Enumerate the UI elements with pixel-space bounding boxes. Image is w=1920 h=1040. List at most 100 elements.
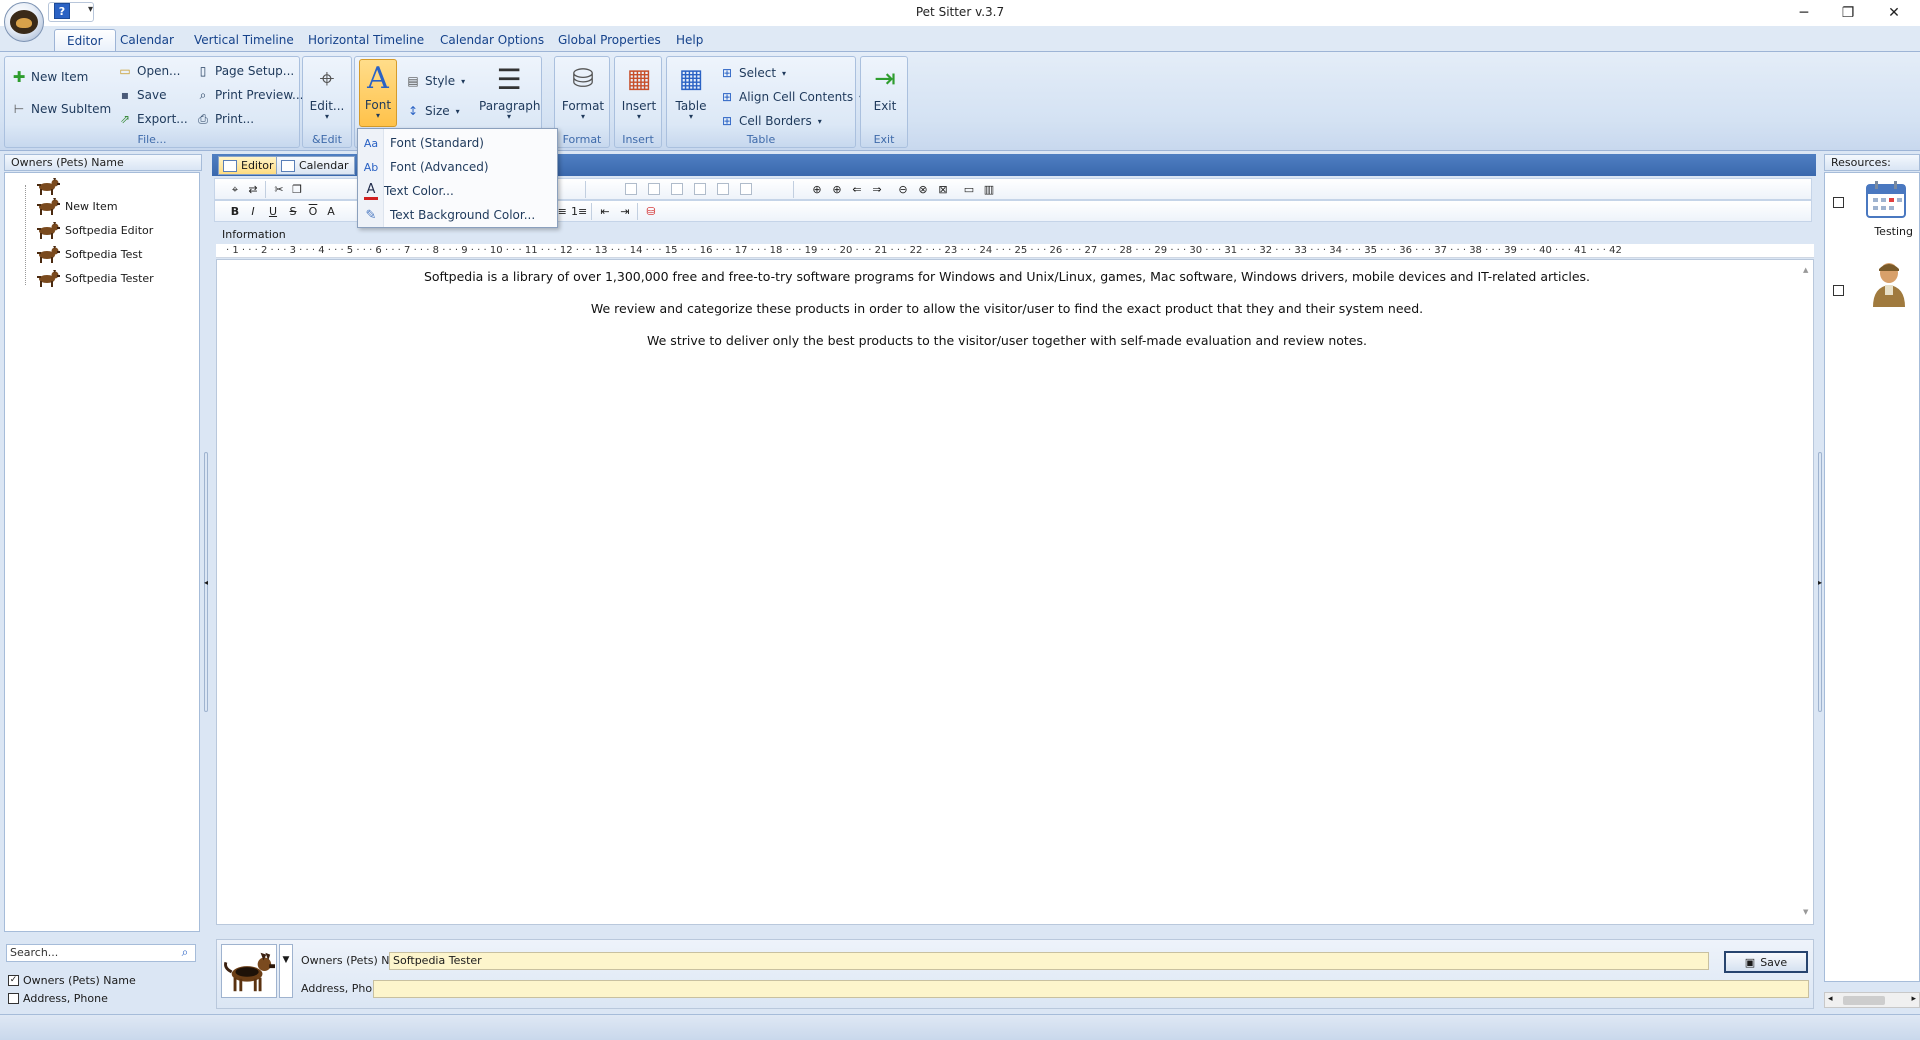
right-splitter[interactable]: ▸: [1816, 152, 1824, 1014]
check-owners-name[interactable]: ✓ Owners (Pets) Name: [8, 972, 136, 988]
table-delete-row-icon[interactable]: ⊖: [895, 182, 911, 197]
scroll-up-icon[interactable]: ▲: [1803, 266, 1811, 274]
cell-borders-button[interactable]: ⊞ Cell Borders ▾: [719, 111, 822, 131]
search-input[interactable]: Search...: [6, 944, 196, 962]
border-box-icon[interactable]: [717, 183, 729, 195]
border-box-icon[interactable]: [648, 183, 660, 195]
close-button[interactable]: ✕: [1872, 0, 1916, 26]
chevron-right-icon[interactable]: ▸: [1818, 578, 1822, 587]
table-insert-row-icon[interactable]: ⊕: [809, 182, 825, 197]
open-button[interactable]: ▭ Open...: [117, 61, 180, 81]
save-ribbon-button[interactable]: ▪ Save: [117, 85, 167, 105]
table-delete-col-icon[interactable]: ⊗: [915, 182, 931, 197]
restore-button[interactable]: ❐: [1826, 0, 1870, 26]
size-button[interactable]: ↕ Size ▾: [405, 101, 460, 121]
menu-item-text-background-color[interactable]: ✎ Text Background Color...: [358, 203, 557, 227]
cut-icon[interactable]: ✂: [271, 182, 287, 197]
split-cells-icon[interactable]: ▥: [981, 182, 997, 197]
picture-dropdown-icon[interactable]: ▼: [279, 944, 293, 998]
select-button[interactable]: ⊞ Select ▾: [719, 63, 786, 83]
replace-icon[interactable]: ⇄: [245, 182, 261, 197]
increase-indent-icon[interactable]: ⇥: [617, 204, 633, 219]
numbered-list-icon[interactable]: 1≡: [571, 204, 587, 219]
doc-tab-editor[interactable]: Editor: [218, 156, 281, 175]
bold-icon[interactable]: B: [227, 204, 243, 219]
exit-button[interactable]: ⇥ Exit: [863, 61, 907, 125]
style-button[interactable]: ▤ Style ▾: [405, 71, 465, 91]
find-icon[interactable]: ⌖: [227, 182, 243, 197]
edit-button[interactable]: ⌖ Edit... ▾: [305, 61, 349, 125]
tab-vertical-timeline[interactable]: Vertical Timeline: [182, 29, 306, 52]
tab-global-properties[interactable]: Global Properties: [546, 29, 673, 52]
border-box-icon[interactable]: [740, 183, 752, 195]
align-cell-contents-button[interactable]: ⊞Align Cell Contents▾: [719, 87, 863, 107]
border-box-icon[interactable]: [694, 183, 706, 195]
ruler[interactable]: · 1 · · · 2 · · · 3 · · · 4 · · · 5 · · …: [216, 244, 1814, 258]
address-phone-input[interactable]: [373, 980, 1809, 998]
tree-item-new-item[interactable]: New Item: [35, 195, 118, 217]
border-box-icon[interactable]: [625, 183, 637, 195]
scroll-thumb[interactable]: [1843, 996, 1885, 1005]
font-button[interactable]: A Font ▾: [359, 59, 397, 127]
app-menu-button[interactable]: [4, 2, 44, 42]
tab-horizontal-timeline[interactable]: Horizontal Timeline: [296, 29, 436, 52]
resource-checkbox-testing[interactable]: [1833, 197, 1848, 211]
table-delete-icon[interactable]: ⊠: [935, 182, 951, 197]
overline-icon[interactable]: O: [305, 204, 321, 219]
menu-item-font-standard[interactable]: Aa Font (Standard): [358, 131, 557, 155]
copy-icon[interactable]: ❐: [289, 182, 305, 197]
tree-item-softpedia-editor[interactable]: Softpedia Editor: [35, 219, 153, 241]
left-splitter[interactable]: ◂: [203, 152, 211, 1014]
export-button[interactable]: ⇗ Export...: [117, 109, 188, 129]
scroll-down-icon[interactable]: ▼: [1803, 908, 1811, 916]
tab-editor[interactable]: Editor: [54, 29, 116, 52]
font-color-icon[interactable]: A: [323, 204, 339, 219]
background-color-icon[interactable]: ⛁: [643, 204, 659, 219]
page-setup-button[interactable]: ▯ Page Setup...: [195, 61, 295, 81]
preview-icon: ⌕: [199, 87, 207, 102]
tree-item-softpedia-tester[interactable]: Softpedia Tester: [35, 267, 154, 289]
tab-calendar[interactable]: Calendar: [108, 29, 186, 52]
resource-checkbox-person[interactable]: [1833, 285, 1848, 299]
table-move-left-icon[interactable]: ⇐: [849, 182, 865, 197]
resources-hscrollbar[interactable]: ◂ ▸: [1824, 992, 1920, 1008]
tree-item-root[interactable]: [35, 175, 65, 197]
owners-name-input[interactable]: Softpedia Tester: [389, 952, 1709, 970]
chevron-left-icon[interactable]: ◂: [204, 578, 208, 587]
editor-scrollbar[interactable]: ▲ ▼: [1803, 266, 1811, 916]
table-move-right-icon[interactable]: ⇒: [869, 182, 885, 197]
print-button[interactable]: ⎙ Print...: [195, 109, 254, 129]
format-button[interactable]: ⛁ Format ▾: [559, 61, 607, 125]
dropdown-arrow-icon: ▾: [580, 112, 585, 121]
new-subitem-button[interactable]: ⊢ New SubItem: [11, 99, 111, 119]
tab-calendar-options[interactable]: Calendar Options: [428, 29, 556, 52]
merge-cells-icon[interactable]: ▭: [961, 182, 977, 197]
checkbox-checked-icon: ✓: [8, 974, 19, 986]
owners-tree[interactable]: New Item Softpedia Editor Softpedia Test…: [4, 172, 200, 932]
table-insert-col-icon[interactable]: ⊕: [829, 182, 845, 197]
tab-help[interactable]: Help: [664, 29, 715, 52]
decrease-indent-icon[interactable]: ⇤: [597, 204, 613, 219]
strikethrough-icon[interactable]: S: [285, 204, 301, 219]
minimize-button[interactable]: ─: [1782, 0, 1826, 26]
print-preview-button[interactable]: ⌕ Print Preview...: [195, 85, 304, 105]
italic-icon[interactable]: I: [245, 204, 261, 219]
rich-text-editor[interactable]: Softpedia is a library of over 1,300,000…: [216, 259, 1814, 925]
tree-item-softpedia-test[interactable]: Softpedia Test: [35, 243, 142, 265]
dropdown-arrow-icon: ▾: [375, 111, 380, 120]
new-item-button[interactable]: ✚ New Item: [11, 67, 89, 87]
insert-button[interactable]: ▦ Insert ▾: [617, 61, 661, 125]
border-box-icon[interactable]: [671, 183, 683, 195]
table-button[interactable]: ▦ Table ▾: [669, 61, 713, 125]
menu-item-font-advanced[interactable]: Ab Font (Advanced): [358, 155, 557, 179]
save-button[interactable]: ▣ Save: [1724, 951, 1808, 973]
underline-icon[interactable]: U: [265, 204, 281, 219]
check-address-phone[interactable]: Address, Phone: [8, 990, 108, 1006]
search-icon[interactable]: ⌕: [176, 945, 194, 961]
scroll-left-icon[interactable]: ◂: [1828, 994, 1833, 1004]
pet-picture[interactable]: [221, 944, 277, 998]
scroll-right-icon[interactable]: ▸: [1911, 994, 1916, 1004]
menu-item-text-color[interactable]: A Text Color...: [358, 179, 557, 203]
doc-tab-calendar[interactable]: Calendar: [276, 156, 356, 175]
paragraph-button[interactable]: ☰ Paragraph ▾: [479, 61, 540, 125]
